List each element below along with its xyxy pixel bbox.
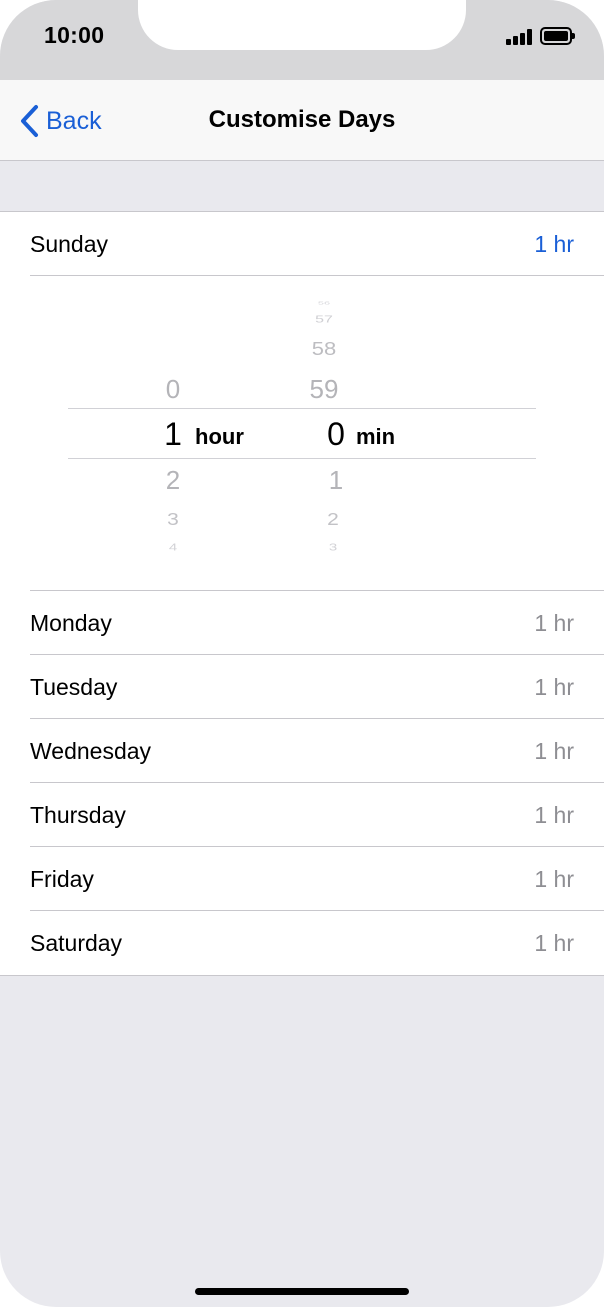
day-value: 1 hr	[534, 737, 574, 764]
day-label: Monday	[30, 609, 112, 636]
hour-selected[interactable]: 1	[143, 418, 203, 450]
minute-option[interactable]: 1	[306, 467, 366, 493]
hour-unit-label: hour	[195, 424, 244, 449]
minute-option[interactable]: 2	[303, 511, 363, 529]
hour-option[interactable]: 3	[143, 511, 203, 529]
minute-unit-label: min	[356, 424, 396, 449]
minute-option[interactable]: 58	[294, 339, 354, 359]
day-row-sunday[interactable]: Sunday 1 hr	[0, 212, 604, 276]
phone-screen: 10:00 Back Customise Days Sunday 1 hr 0 …	[0, 0, 604, 1307]
navigation-bar: Back Customise Days	[0, 80, 604, 161]
page-title: Customise Days	[208, 106, 396, 133]
day-row-friday[interactable]: Friday 1 hr	[0, 847, 604, 911]
days-list: Sunday 1 hr 0 1 2 3 4 hour 56 57 58 59 0	[0, 211, 604, 976]
minute-option[interactable]: 56	[294, 301, 354, 306]
status-bar: 10:00	[0, 0, 604, 80]
picker-selection-bottom-line	[68, 458, 536, 459]
hour-option[interactable]: 4	[143, 543, 203, 553]
day-value: 1 hr	[534, 801, 574, 828]
minute-option[interactable]: 59	[294, 376, 354, 402]
day-row-saturday[interactable]: Saturday 1 hr	[0, 911, 604, 975]
home-indicator[interactable]	[195, 1288, 409, 1295]
day-label: Tuesday	[30, 673, 118, 700]
day-value: 1 hr	[534, 673, 574, 700]
day-value: 1 hr	[534, 609, 574, 636]
day-label: Thursday	[30, 801, 126, 828]
hour-option[interactable]: 2	[143, 467, 203, 493]
day-row-wednesday[interactable]: Wednesday 1 hr	[0, 719, 604, 783]
day-row-monday[interactable]: Monday 1 hr	[0, 591, 604, 655]
minute-option[interactable]: 57	[294, 314, 354, 325]
day-label: Friday	[30, 865, 94, 892]
day-value: 1 hr	[534, 230, 574, 257]
status-time: 10:00	[44, 22, 105, 48]
day-label: Saturday	[30, 929, 123, 956]
battery-icon	[540, 27, 575, 45]
day-label: Sunday	[30, 230, 109, 257]
picker-selection-top-line	[68, 408, 536, 409]
notch	[138, 0, 466, 50]
duration-picker[interactable]: 0 1 2 3 4 hour 56 57 58 59 0 1 2 3 min	[0, 276, 604, 591]
minute-option[interactable]: 3	[303, 543, 363, 553]
day-value: 1 hr	[534, 865, 574, 892]
day-value: 1 hr	[534, 929, 574, 956]
hour-option[interactable]: 0	[143, 376, 203, 402]
day-row-thursday[interactable]: Thursday 1 hr	[0, 783, 604, 847]
day-row-tuesday[interactable]: Tuesday 1 hr	[0, 655, 604, 719]
day-label: Wednesday	[30, 737, 152, 764]
signal-icon	[506, 29, 534, 45]
